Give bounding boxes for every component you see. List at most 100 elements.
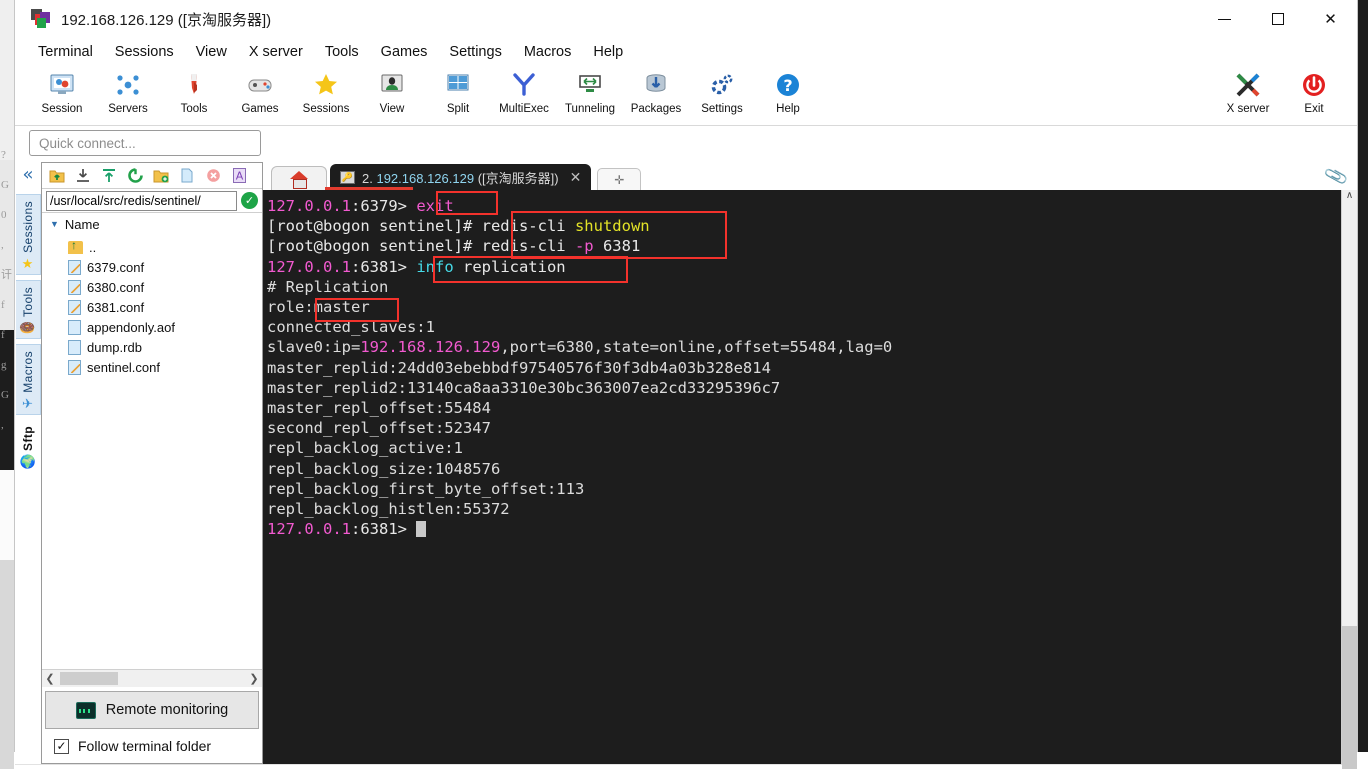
session-icon	[49, 70, 75, 100]
terminal-line: repl_backlog_size:1048576	[267, 459, 1341, 479]
file-list-item[interactable]: appendonly.aof	[42, 317, 262, 337]
mobaxterm-window: 192.168.126.129 ([京淘服务器]) ✕ Terminal Sess…	[14, 0, 1358, 769]
toolbar-button-label: Split	[446, 103, 470, 115]
remote-monitoring-label: Remote monitoring	[105, 702, 229, 718]
sftp-file-browser: A ✓ ▼ Name .. 6379.conf 6380.conf 6381.conf…	[41, 162, 263, 764]
background-glyph: 0	[1, 209, 7, 221]
paperclip-icon[interactable]: 📎	[1323, 164, 1350, 190]
upload-icon[interactable]	[97, 165, 121, 187]
file-list-item[interactable]: ..	[42, 237, 262, 257]
toolbar-button-split[interactable]: Split	[425, 70, 491, 115]
file-name: appendonly.aof	[87, 319, 175, 335]
new-file-icon[interactable]	[175, 165, 199, 187]
toolbar-button-exit[interactable]: Exit	[1281, 70, 1347, 115]
toolbar-button-x-server[interactable]: X server	[1215, 70, 1281, 115]
follow-terminal-folder-row[interactable]: ✓ Follow terminal folder	[42, 729, 262, 763]
file-list-header[interactable]: ▼ Name	[42, 213, 262, 235]
terminal-screen[interactable]: 127.0.0.1:6379> exit [root@bogon sentinel…	[263, 190, 1341, 764]
file-path-input[interactable]	[46, 190, 237, 211]
toolbar-button-help[interactable]: ? Help	[755, 70, 821, 115]
file-name: sentinel.conf	[87, 359, 160, 375]
parent-folder-icon	[68, 238, 83, 254]
conf-file-icon	[68, 259, 81, 275]
key-icon: 🔑	[340, 170, 355, 184]
file-list-item[interactable]: 6380.conf	[42, 277, 262, 297]
file-icon	[68, 319, 81, 335]
rail-tab-tools[interactable]: Tools 🍩	[15, 279, 41, 339]
terminal-text: [root@bogon sentinel]#	[267, 237, 482, 256]
new-tab-button[interactable]: ✛	[597, 168, 642, 190]
toolbar-button-label: Session	[41, 103, 83, 115]
quick-connect-input[interactable]: Quick connect...	[29, 130, 261, 156]
refresh-icon[interactable]	[123, 165, 147, 187]
minimize-button[interactable]	[1198, 0, 1251, 38]
terminal-text: connected_slaves:1	[267, 318, 435, 337]
toolbar-button-games[interactable]: Games	[227, 70, 293, 115]
terminal-line: slave0:ip=192.168.126.129,port=6380,stat…	[267, 337, 1341, 357]
new-folder-icon[interactable]	[149, 165, 173, 187]
terminal-text: master_replid:24dd03ebebbdf97540576f30f3…	[267, 358, 771, 377]
chevron-right-icon[interactable]: ❯	[246, 672, 262, 685]
background-glyph: G	[1, 389, 9, 401]
rail-tab-sftp[interactable]: Sftp 🌍	[15, 419, 41, 472]
maximize-button[interactable]	[1251, 0, 1304, 38]
folder-up-icon[interactable]	[45, 165, 69, 187]
terminal-line: second_repl_offset:52347	[267, 418, 1341, 438]
terminal-text: info	[416, 257, 454, 276]
tunneling-icon	[577, 70, 603, 100]
menu-item-games[interactable]: Games	[370, 40, 439, 64]
terminal-line: # Replication	[267, 277, 1341, 297]
download-icon[interactable]	[71, 165, 95, 187]
toolbar-button-label: Help	[776, 103, 800, 115]
file-list-item[interactable]: sentinel.conf	[42, 357, 262, 377]
follow-terminal-folder-checkbox[interactable]: ✓	[54, 738, 69, 754]
window-title: 192.168.126.129 ([京淘服务器])	[61, 11, 272, 29]
toolbar-button-sessions[interactable]: Sessions	[293, 70, 359, 115]
toolbar-button-label: View	[379, 103, 405, 115]
mobaxterm-logo-icon	[31, 9, 51, 29]
toolbar-button-settings[interactable]: Settings	[689, 70, 755, 115]
menu-item-macros[interactable]: Macros	[513, 40, 583, 64]
menu-item-help[interactable]: Help	[582, 40, 634, 64]
terminal-line: 127.0.0.1:6379> exit	[267, 196, 1341, 216]
rail-tab-label: Sessions	[20, 201, 35, 253]
terminal-text: second_repl_offset:52347	[267, 419, 491, 438]
file-list-hscrollbar[interactable]: ❮ ❯	[42, 669, 262, 687]
toolbar-button-session[interactable]: Session	[29, 70, 95, 115]
menu-item-tools[interactable]: Tools	[314, 40, 370, 64]
rail-tab-macros[interactable]: Macros ✈	[15, 343, 41, 415]
help-icon: ?	[775, 70, 801, 100]
text-mode-icon[interactable]: A	[227, 165, 251, 187]
menu-item-x-server[interactable]: X server	[238, 40, 314, 64]
collapse-sidebar-icon[interactable]: «	[22, 166, 33, 184]
terminal-text: repl_backlog_active:1	[267, 439, 463, 458]
toolbar-button-packages[interactable]: Packages	[623, 70, 689, 115]
terminal-outer: 127.0.0.1:6379> exit [root@bogon sentinel…	[263, 190, 1358, 769]
chevron-left-icon[interactable]: ❮	[42, 672, 58, 685]
terminal-line: 127.0.0.1:6381>	[267, 519, 1341, 539]
rail-tab-sessions[interactable]: Sessions ★	[15, 194, 41, 275]
delete-icon[interactable]	[201, 165, 225, 187]
toolbar-button-tunneling[interactable]: Tunneling	[557, 70, 623, 115]
tab-home[interactable]	[271, 166, 327, 190]
toolbar-button-servers[interactable]: Servers	[95, 70, 161, 115]
close-button[interactable]: ✕	[1304, 0, 1357, 38]
window-body: « Sessions ★ Tools 🍩 Macros ✈ Sftp 🌍 A /…	[15, 160, 1358, 769]
menu-item-terminal[interactable]: Terminal	[27, 40, 104, 64]
scroll-thumb[interactable]	[1341, 626, 1357, 769]
toolbar-button-tools[interactable]: Tools	[161, 70, 227, 115]
remote-monitoring-button[interactable]: Remote monitoring	[45, 691, 259, 729]
file-list-item[interactable]: 6381.conf	[42, 297, 262, 317]
terminal-scrollbar[interactable]: ∧ ∨	[1341, 190, 1358, 769]
tab-close-icon[interactable]: ✕	[566, 169, 586, 186]
file-list-item[interactable]: dump.rdb	[42, 337, 262, 357]
scroll-up-icon[interactable]: ∧	[1346, 190, 1353, 206]
toolbar-button-view[interactable]: View	[359, 70, 425, 115]
file-list-item[interactable]: 6379.conf	[42, 257, 262, 277]
scroll-track[interactable]	[1341, 206, 1358, 769]
menu-item-settings[interactable]: Settings	[438, 40, 512, 64]
menu-item-view[interactable]: View	[185, 40, 238, 64]
menu-item-sessions[interactable]: Sessions	[104, 40, 185, 64]
toolbar-button-multiexec[interactable]: MultiExec	[491, 70, 557, 115]
hscroll-thumb[interactable]	[60, 672, 118, 685]
